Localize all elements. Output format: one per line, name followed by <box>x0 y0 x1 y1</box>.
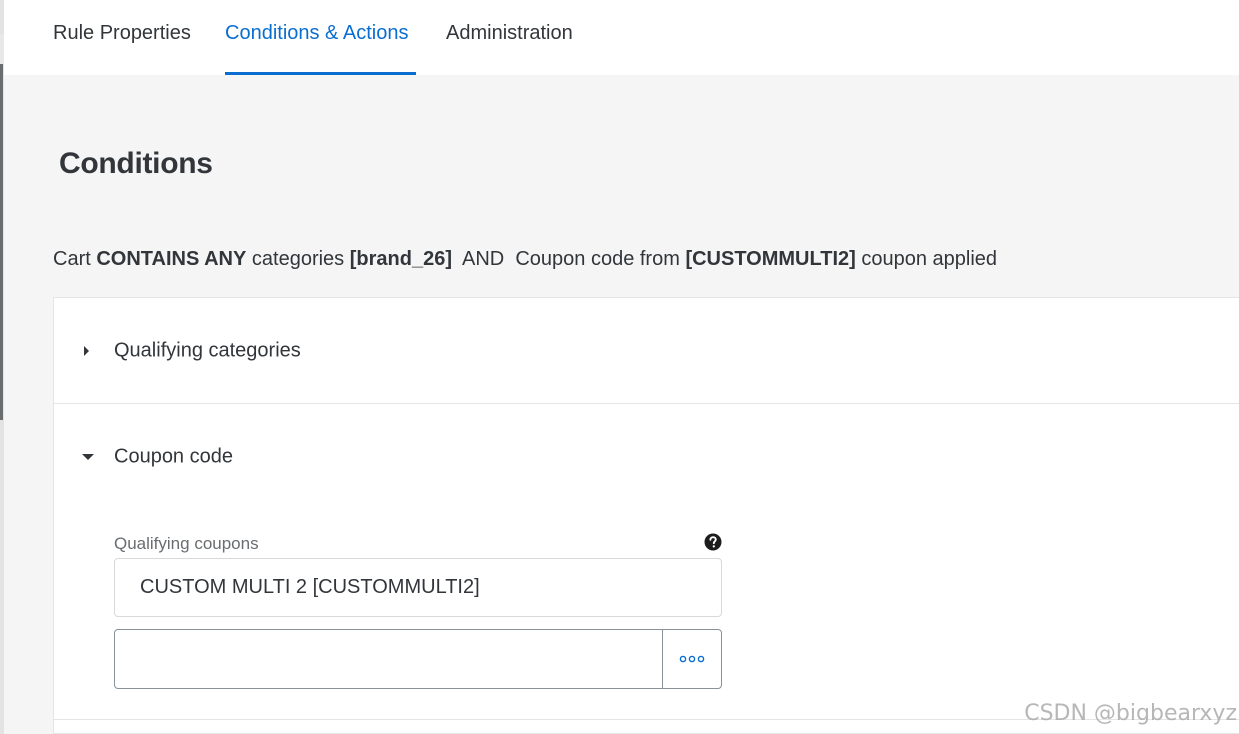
caret-right-icon <box>84 345 89 356</box>
selected-coupon-token[interactable]: CUSTOM MULTI 2 [CUSTOMMULTI2] <box>114 558 722 617</box>
summary-coupon: [CUSTOMMULTI2] <box>685 248 856 270</box>
tab-bar: Rule Properties Conditions & Actions Adm… <box>4 0 1239 75</box>
summary-text: coupon applied <box>855 248 998 270</box>
watermark: CSDN @bigbearxyz <box>1024 701 1237 726</box>
coupon-search-input[interactable] <box>115 630 662 688</box>
group-label: Qualifying categories <box>114 339 301 361</box>
group-coupon-code[interactable]: Coupon code <box>54 404 1239 509</box>
ellipsis-icon <box>679 655 705 663</box>
tab-administration[interactable]: Administration <box>446 0 573 75</box>
summary-text: Cart <box>53 248 97 270</box>
section-title: Conditions <box>59 147 213 180</box>
conditions-panel: Qualifying categories Coupon code Qualif… <box>53 297 1239 734</box>
condition-summary: Cart CONTAINS ANY categories [brand_26] … <box>53 248 997 271</box>
scrollbar-thumb[interactable] <box>0 60 3 420</box>
caret-down-icon <box>82 453 94 460</box>
summary-category: [brand_26] <box>349 248 452 270</box>
tab-rule-properties[interactable]: Rule Properties <box>53 0 191 75</box>
summary-operator: CONTAINS ANY <box>96 248 247 270</box>
tab-conditions-actions[interactable]: Conditions & Actions <box>225 0 416 75</box>
coupon-search-field <box>114 629 722 689</box>
coupon-browse-button[interactable] <box>662 630 721 688</box>
group-qualifying-categories[interactable]: Qualifying categories <box>54 298 1239 403</box>
summary-text: AND Coupon code from <box>451 248 686 270</box>
group-label: Coupon code <box>114 445 233 467</box>
summary-text: categories <box>246 248 350 270</box>
question-circle-icon[interactable] <box>704 533 722 551</box>
qualifying-coupons-label: Qualifying coupons <box>114 534 259 553</box>
